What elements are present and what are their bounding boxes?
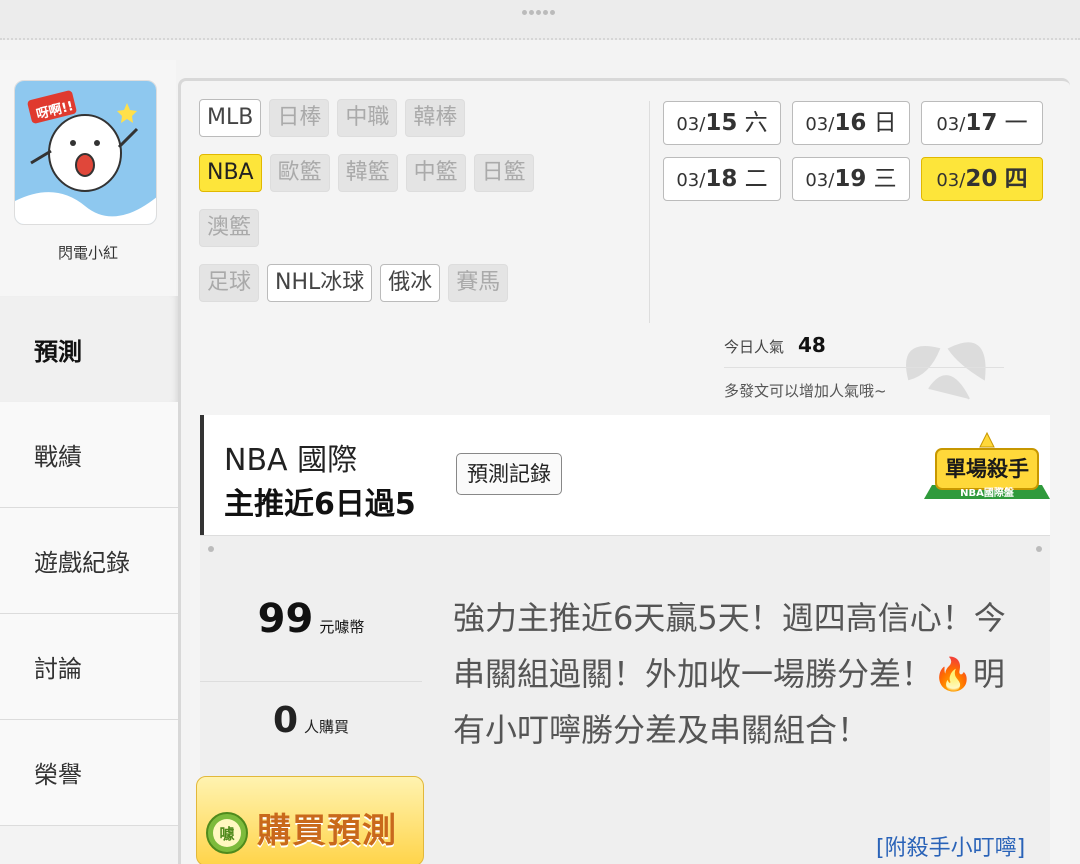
- sport-tab-khl[interactable]: 俄冰: [380, 264, 441, 302]
- sport-row: NBA 歐籃 韓籃 中籃 日籃: [199, 154, 649, 192]
- coin-text: 噱: [219, 825, 235, 843]
- coin-icon: 噱: [206, 812, 248, 854]
- date-tab-selected[interactable]: 03/20 四: [921, 157, 1043, 201]
- top-banner: [0, 0, 1080, 40]
- buyer-count: 0 人購買: [200, 700, 422, 741]
- price: 99 元噱幣: [200, 596, 422, 642]
- date-day: 16: [834, 110, 867, 136]
- date-picker: 03/15 六 03/16 日 03/17 一 03/18 二 03/19 三 …: [663, 101, 1053, 201]
- pin-dot: [208, 546, 214, 552]
- prediction-record-button[interactable]: 預測記錄: [456, 453, 562, 495]
- date-month: 03/: [936, 170, 966, 191]
- prediction-card-header: NBA 國際 主推近6日過5 預測記錄 單場殺手 NBA國際盤: [200, 415, 1050, 535]
- date-tab[interactable]: 03/19 三: [792, 157, 910, 201]
- sidebar-item-game-log[interactable]: 遊戲紀錄: [0, 508, 178, 614]
- sport-tab-cpbl[interactable]: 中職: [337, 99, 398, 137]
- date-month: 03/: [676, 114, 706, 135]
- date-tab[interactable]: 03/15 六: [663, 101, 781, 145]
- sport-tab-euro-basketball[interactable]: 歐籃: [269, 154, 330, 192]
- buy-button-label: 購買預測: [257, 811, 397, 851]
- price-value: 99: [257, 596, 314, 642]
- sport-tab-soccer[interactable]: 足球: [199, 264, 260, 302]
- popularity-value: 48: [798, 333, 826, 357]
- popularity-box: 今日人氣 48 多發文可以增加人氣哦~: [724, 333, 1004, 401]
- sidebar-item-record[interactable]: 戰績: [0, 402, 178, 508]
- prediction-card-body: 99 元噱幣 0 人購買 強力主推近6天贏5天！週四高信心！今串關組過關！外加收一場…: [196, 535, 1050, 864]
- main-panel: MLB 日棒 中職 韓棒 NBA 歐籃 韓籃 中籃 日籃 澳籃 足球 NHL冰球…: [178, 78, 1070, 864]
- date-day: 20: [965, 166, 998, 192]
- sidebar-item-honors[interactable]: 榮譽: [0, 720, 178, 826]
- username[interactable]: 閃電小紅: [0, 242, 176, 263]
- sport-tab-horse-racing[interactable]: 賽馬: [448, 264, 509, 302]
- badge-subtitle: NBA國際盤: [960, 486, 1015, 499]
- price-unit: 元噱幣: [319, 618, 365, 636]
- pin-dot: [1036, 546, 1042, 552]
- sport-tab-china-basketball[interactable]: 中籃: [405, 154, 466, 192]
- avatar-illustration: 呀啊!!: [15, 81, 156, 224]
- date-month: 03/: [805, 170, 835, 191]
- date-weekday: 四: [1004, 166, 1028, 192]
- card-league: NBA 國際: [224, 443, 358, 478]
- popularity-hint: 多發文可以增加人氣哦~: [724, 382, 887, 400]
- buy-prediction-button[interactable]: 噱 購買預測: [196, 776, 424, 864]
- popularity-label: 今日人氣: [724, 338, 785, 356]
- date-weekday: 六: [744, 110, 768, 136]
- date-tab[interactable]: 03/16 日: [792, 101, 910, 145]
- date-weekday: 一: [1004, 110, 1028, 136]
- divider: [649, 101, 650, 323]
- date-month: 03/: [936, 114, 966, 135]
- buyer-count-value: 0: [272, 700, 299, 741]
- avatar[interactable]: 呀啊!!: [14, 80, 157, 225]
- sport-row: 足球 NHL冰球 俄冰 賽馬: [199, 264, 649, 302]
- date-day: 17: [965, 110, 998, 136]
- badge-title: 單場殺手: [945, 457, 1029, 481]
- date-day: 18: [705, 166, 738, 192]
- buyer-count-unit: 人購買: [304, 718, 350, 736]
- killer-badge-icon: 單場殺手 NBA國際盤: [924, 431, 1050, 499]
- attachment-link[interactable]: [附殺手小叮嚀]: [876, 830, 1025, 862]
- date-day: 15: [705, 110, 738, 136]
- date-tab[interactable]: 03/17 一: [921, 101, 1043, 145]
- sport-tab-kbo[interactable]: 韓棒: [405, 99, 466, 137]
- sport-row: 澳籃: [199, 209, 649, 247]
- sport-filter: MLB 日棒 中職 韓棒 NBA 歐籃 韓籃 中籃 日籃 澳籃 足球 NHL冰球…: [199, 99, 649, 319]
- sport-tab-japan-basketball[interactable]: 日籃: [473, 154, 534, 192]
- date-weekday: 日: [873, 110, 897, 136]
- sport-tab-nba[interactable]: NBA: [199, 154, 262, 192]
- page-indicator-dots: [522, 0, 562, 15]
- date-weekday: 三: [873, 166, 897, 192]
- sidebar-item-discussion[interactable]: 討論: [0, 614, 178, 720]
- popularity-line: 今日人氣 48: [724, 333, 1004, 368]
- sport-tab-korea-basketball[interactable]: 韓籃: [337, 154, 398, 192]
- card-title: 主推近6日過5: [224, 487, 416, 522]
- sidebar-item-predictions[interactable]: 預測: [0, 296, 178, 402]
- sport-tab-australia-basketball[interactable]: 澳籃: [199, 209, 260, 247]
- prediction-description: 強力主推近6天贏5天！週四高信心！今串關組過關！外加收一場勝分差！🔥明有小叮嚀勝…: [453, 599, 1006, 749]
- date-day: 19: [834, 166, 867, 192]
- sport-tab-npb[interactable]: 日棒: [269, 99, 330, 137]
- date-tab[interactable]: 03/18 二: [663, 157, 781, 201]
- sport-tab-nhl[interactable]: NHL冰球: [267, 264, 373, 302]
- sport-row: MLB 日棒 中職 韓棒: [199, 99, 649, 137]
- date-weekday: 二: [744, 166, 768, 192]
- date-month: 03/: [676, 170, 706, 191]
- profile-card: 呀啊!! 閃電小紅: [0, 60, 176, 296]
- divider: [200, 681, 422, 682]
- date-month: 03/: [805, 114, 835, 135]
- sport-tab-mlb[interactable]: MLB: [199, 99, 262, 137]
- sidebar-nav: 預測 戰績 遊戲紀錄 討論 榮譽: [0, 296, 178, 826]
